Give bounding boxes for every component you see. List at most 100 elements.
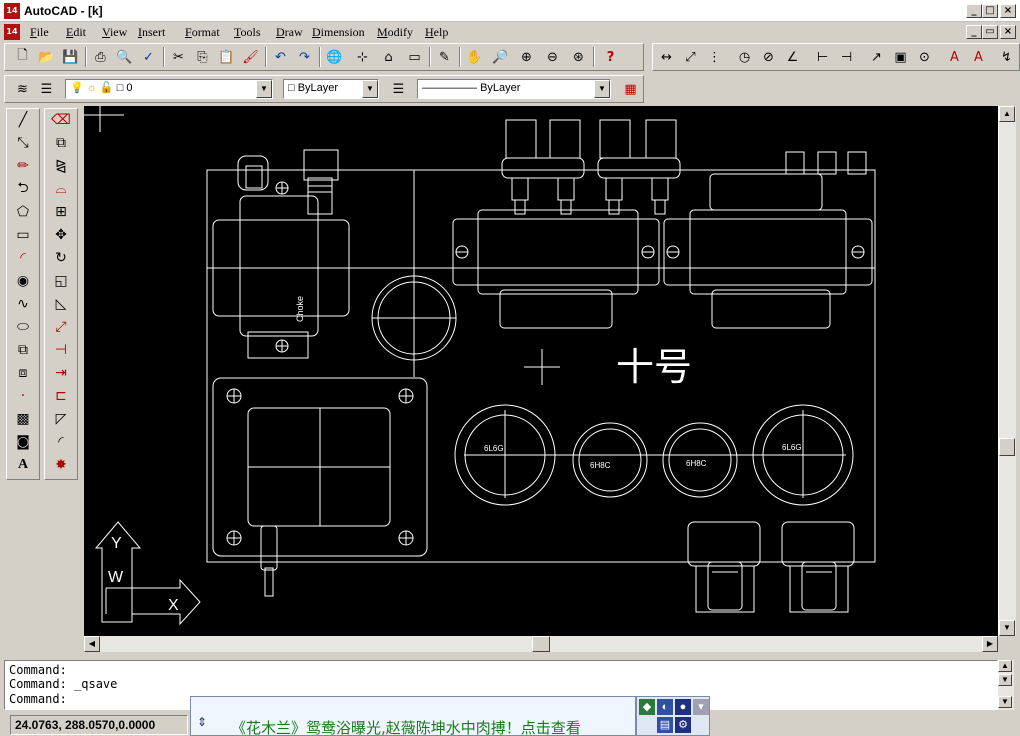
ime-news-text[interactable]: 《花木兰》鸳鸯浴曝光,赵薇陈坤水中肉搏！点击查看: [231, 717, 581, 736]
extend-icon[interactable]: ⇥: [49, 362, 73, 384]
object-snap-icon[interactable]: ⊹: [351, 46, 374, 68]
minimize-button[interactable]: _: [966, 4, 982, 18]
erase-icon[interactable]: ⌫: [49, 109, 73, 131]
spline-icon[interactable]: ∿: [11, 293, 35, 315]
scroll-right-icon[interactable]: ▶: [982, 636, 998, 652]
cut-icon[interactable]: ✂: [167, 46, 190, 68]
rotate-icon[interactable]: ↻: [49, 247, 73, 269]
scale-icon[interactable]: ◱: [49, 270, 73, 292]
linetype-icon[interactable]: ☰: [387, 78, 410, 100]
help-icon[interactable]: ?: [599, 46, 622, 68]
open-folder-icon[interactable]: 📂: [35, 46, 58, 68]
match-properties-icon[interactable]: 🖌: [239, 46, 262, 68]
layer-dropdown[interactable]: 💡 ☼ 🔓 □ 0 ▼: [65, 79, 273, 99]
menu-insert[interactable]: Insert: [138, 25, 165, 40]
scroll-down-icon[interactable]: ▼: [999, 620, 1015, 636]
point-icon[interactable]: ·: [11, 385, 35, 407]
distance-icon[interactable]: ▭: [403, 46, 426, 68]
baseline-dimension-icon[interactable]: ⊢: [811, 46, 834, 68]
dimension-edit-icon[interactable]: A: [943, 46, 966, 68]
copy-object-icon[interactable]: ⧉: [49, 132, 73, 154]
potentiometer-right[interactable]: [781, 521, 855, 613]
dimension-text-edit-icon[interactable]: A: [967, 46, 990, 68]
explode-icon[interactable]: ✸: [49, 454, 73, 476]
new-file-icon[interactable]: 🗋: [11, 46, 34, 68]
paste-icon[interactable]: 📋: [215, 46, 238, 68]
autocad-app-icon[interactable]: 14: [4, 3, 20, 19]
move-icon[interactable]: ✥: [49, 224, 73, 246]
circle-icon[interactable]: ◉: [11, 270, 35, 292]
chassis-outline[interactable]: [206, 169, 876, 563]
chevron-down-icon[interactable]: ▼: [594, 80, 610, 98]
tube-socket-6h8c-left[interactable]: [572, 422, 648, 498]
tolerance-icon[interactable]: ▣: [889, 46, 912, 68]
array-icon[interactable]: ⊞: [49, 201, 73, 223]
menu-draw[interactable]: Draw: [276, 25, 303, 40]
chamfer-icon[interactable]: ◸: [49, 408, 73, 430]
color-dropdown[interactable]: □ ByLayer ▼: [283, 79, 379, 99]
document-icon[interactable]: 14: [4, 24, 20, 40]
binding-posts[interactable]: [501, 119, 681, 215]
ime-keyboard-icon[interactable]: ●: [675, 699, 691, 715]
dimension-update-icon[interactable]: ↯: [995, 46, 1018, 68]
linetype-dropdown[interactable]: ――――― ByLayer ▼: [417, 79, 611, 99]
command-scrollbar[interactable]: ▲ ▼ ▼: [998, 660, 1014, 710]
zoom-realtime-icon[interactable]: 🔎: [489, 46, 512, 68]
menu-view[interactable]: View: [102, 25, 127, 40]
make-block-icon[interactable]: ⧈: [11, 362, 35, 384]
close-button[interactable]: ×: [1000, 4, 1016, 18]
ime-settings-icon[interactable]: ⚙: [675, 717, 691, 733]
ime-mode-icon[interactable]: ◆: [639, 699, 655, 715]
construction-line-icon[interactable]: ⤡: [11, 132, 35, 154]
ime-news-bar[interactable]: ⇕ 《花木兰》鸳鸯浴曝光,赵薇陈坤水中肉搏！点击查看: [190, 696, 636, 736]
diameter-dimension-icon[interactable]: ⊘: [757, 46, 780, 68]
trim-icon[interactable]: ⊣: [49, 339, 73, 361]
ellipse-icon[interactable]: ⬭: [11, 316, 35, 338]
menu-help[interactable]: Help: [425, 25, 448, 40]
doc-restore-button[interactable]: ▭: [982, 25, 998, 39]
scroll-left-icon[interactable]: ◀: [84, 636, 100, 652]
break-icon[interactable]: ⊏: [49, 385, 73, 407]
spell-check-icon[interactable]: ✓: [137, 46, 160, 68]
menu-modify[interactable]: Modify: [377, 25, 413, 40]
menu-dimension[interactable]: Dimension: [312, 25, 365, 40]
linear-dimension-icon[interactable]: ↔: [655, 46, 678, 68]
menu-format[interactable]: Format: [185, 25, 220, 40]
ordinate-dimension-icon[interactable]: ⋮: [703, 46, 726, 68]
polygon-icon[interactable]: ⬠: [11, 201, 35, 223]
menu-file[interactable]: File: [30, 25, 49, 40]
menu-tools[interactable]: Tools: [234, 25, 261, 40]
potentiometer-left[interactable]: [687, 521, 761, 613]
zoom-previous-icon[interactable]: ⊖: [541, 46, 564, 68]
multiline-icon[interactable]: ⮌: [11, 178, 35, 200]
leader-icon[interactable]: ↗: [865, 46, 888, 68]
power-transformer[interactable]: [212, 377, 428, 597]
vertical-scroll-thumb[interactable]: [999, 438, 1015, 456]
region-icon[interactable]: ◙: [11, 431, 35, 453]
layers-icon[interactable]: ☰: [35, 78, 58, 100]
arc-icon[interactable]: ◜: [11, 247, 35, 269]
insert-block-icon[interactable]: ⧉: [11, 339, 35, 361]
fillet-icon[interactable]: ◜: [49, 431, 73, 453]
chevron-down-icon[interactable]: ▼: [256, 80, 272, 98]
command-prompt[interactable]: Command:: [9, 692, 67, 706]
color-palette-icon[interactable]: ▦: [619, 78, 642, 100]
menu-edit[interactable]: Edit: [66, 25, 86, 40]
scroll-down-icon[interactable]: ▼: [998, 674, 1012, 686]
lengthen-icon[interactable]: ⤢: [49, 316, 73, 338]
polyline-icon[interactable]: ✏: [11, 155, 35, 177]
undo-icon[interactable]: ↶: [269, 46, 292, 68]
maximize-button[interactable]: □: [982, 4, 998, 18]
line-icon[interactable]: ╱: [11, 109, 35, 131]
pen-icon[interactable]: ✎: [433, 46, 456, 68]
aligned-dimension-icon[interactable]: ⤢: [679, 46, 702, 68]
doc-minimize-button[interactable]: _: [966, 25, 982, 39]
ime-menu-icon[interactable]: ▾: [693, 699, 709, 715]
choke-component[interactable]: [212, 149, 350, 359]
center-mark-icon[interactable]: ⊙: [913, 46, 936, 68]
horizontal-scroll-thumb[interactable]: [532, 636, 550, 652]
ime-soft-keyboard-icon[interactable]: ▤: [657, 717, 673, 733]
horizontal-scrollbar[interactable]: ◀ ▶: [84, 636, 998, 652]
zoom-window-icon[interactable]: ⊕: [515, 46, 538, 68]
ime-scroll-icon[interactable]: ⇕: [197, 715, 207, 729]
